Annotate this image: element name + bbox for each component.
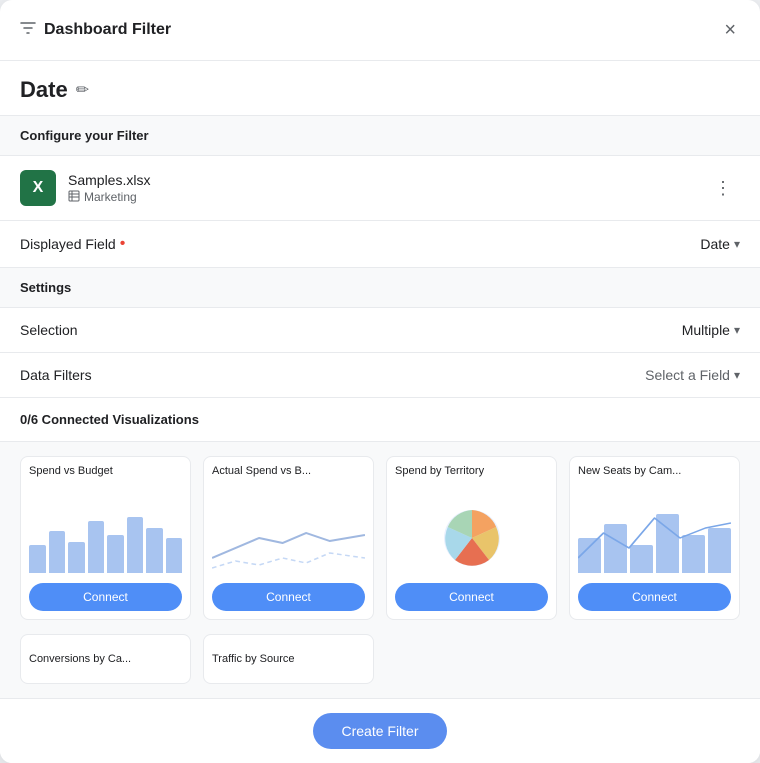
partial-card-title: Traffic by Source xyxy=(212,653,295,665)
chevron-down-icon: ▾ xyxy=(734,368,740,382)
more-options-button[interactable]: ⋮ xyxy=(706,174,740,203)
viz-chart-area xyxy=(387,481,556,577)
partial-card-title: Conversions by Ca... xyxy=(29,653,131,665)
partial-cards-row: Conversions by Ca... Traffic by Source xyxy=(0,634,760,698)
datasource-left: X Samples.xlsx Marketing xyxy=(20,170,150,206)
chevron-down-icon: ▾ xyxy=(734,323,740,337)
configure-section-label: Configure your Filter xyxy=(0,116,760,156)
displayed-field-value[interactable]: Date ▾ xyxy=(700,236,740,252)
viz-chart-area xyxy=(204,481,373,577)
data-filters-row: Data Filters Select a Field ▾ xyxy=(0,353,760,398)
chevron-down-icon: ▾ xyxy=(734,237,740,251)
dashboard-filter-modal: Dashboard Filter × Date ✏ Configure your… xyxy=(0,0,760,763)
viz-card-title: Spend by Territory xyxy=(387,457,556,481)
selection-row: Selection Multiple ▾ xyxy=(0,308,760,353)
viz-card-actual-spend: Actual Spend vs B... Connect xyxy=(203,456,374,620)
datasource-name: Samples.xlsx xyxy=(68,172,150,188)
viz-card-title: New Seats by Cam... xyxy=(570,457,739,481)
filter-name-row: Date ✏ xyxy=(20,77,740,103)
viz-card-spend-vs-budget: Spend vs Budget Connect xyxy=(20,456,191,620)
excel-icon: X xyxy=(20,170,56,206)
filter-icon xyxy=(20,20,36,41)
table-icon xyxy=(68,190,80,205)
line-chart xyxy=(212,503,365,573)
connect-button-2[interactable]: Connect xyxy=(212,583,365,611)
datasource-info: Samples.xlsx Marketing xyxy=(68,172,150,205)
data-filters-value[interactable]: Select a Field ▾ xyxy=(645,367,740,383)
displayed-field-row: Displayed Field • Date ▾ xyxy=(0,221,760,268)
datasource-table: Marketing xyxy=(68,190,150,205)
viz-chart-area xyxy=(21,481,190,577)
overlay-line-chart xyxy=(578,503,731,573)
settings-section-label: Settings xyxy=(0,268,760,308)
viz-card-title: Spend vs Budget xyxy=(21,457,190,481)
modal-footer: Create Filter xyxy=(0,698,760,763)
viz-card-title: Actual Spend vs B... xyxy=(204,457,373,481)
viz-card-new-seats: New Seats by Cam... Connect xyxy=(569,456,740,620)
bar-chart xyxy=(29,503,182,573)
connect-button-4[interactable]: Connect xyxy=(578,583,731,611)
edit-icon[interactable]: ✏ xyxy=(76,80,89,100)
displayed-field-label: Displayed Field • xyxy=(20,235,125,253)
pie-chart xyxy=(442,508,502,568)
create-filter-button[interactable]: Create Filter xyxy=(313,713,446,749)
connect-button-3[interactable]: Connect xyxy=(395,583,548,611)
modal-title: Dashboard Filter xyxy=(44,21,171,39)
filter-name-section: Date ✏ xyxy=(0,61,760,116)
datasource-row: X Samples.xlsx Marketing ⋮ xyxy=(0,156,760,221)
close-button[interactable]: × xyxy=(720,16,740,44)
modal-header: Dashboard Filter × xyxy=(0,0,760,61)
visualizations-header: 0/6 Connected Visualizations xyxy=(0,398,760,442)
viz-card-partial-traffic: Traffic by Source xyxy=(203,634,374,684)
viz-card-partial-conversions: Conversions by Ca... xyxy=(20,634,191,684)
header-left: Dashboard Filter xyxy=(20,20,171,41)
visualizations-grid: Spend vs Budget Connect Actual Spend vs … xyxy=(0,442,760,634)
selection-label: Selection xyxy=(20,322,78,338)
viz-chart-area xyxy=(570,481,739,577)
data-filters-label: Data Filters xyxy=(20,367,92,383)
table-name: Marketing xyxy=(84,190,137,204)
connect-button-1[interactable]: Connect xyxy=(29,583,182,611)
selection-value[interactable]: Multiple ▾ xyxy=(682,322,740,338)
required-indicator: • xyxy=(120,235,126,253)
viz-card-spend-territory: Spend by Territory xyxy=(386,456,557,620)
filter-name: Date xyxy=(20,77,68,103)
